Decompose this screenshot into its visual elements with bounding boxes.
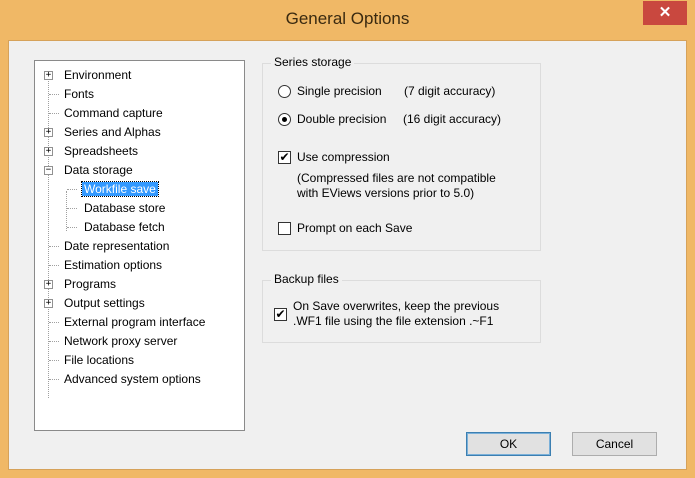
tree-connector — [67, 227, 77, 228]
tree-connector — [49, 379, 59, 380]
tree-item-label: Series and Alphas — [64, 125, 161, 139]
close-button[interactable]: ✕ — [643, 1, 687, 25]
tree-item-label: Database fetch — [84, 220, 165, 234]
compression-note-line2: with EViews versions prior to 5.0) — [297, 186, 475, 200]
expand-icon[interactable]: + — [44, 299, 53, 308]
tree-connector — [49, 341, 59, 342]
tree-item-external-program-interface[interactable]: External program interface — [62, 313, 207, 331]
tree-item-output-settings[interactable]: Output settings — [62, 294, 147, 312]
backup-files-title: Backup files — [271, 272, 342, 286]
use-compression-label[interactable]: Use compression — [297, 150, 390, 164]
ok-button[interactable]: OK — [466, 432, 551, 456]
tree-item-spreadsheets[interactable]: Spreadsheets — [62, 142, 140, 160]
tree-item-workfile-save[interactable]: Workfile save — [81, 180, 159, 198]
double-precision-radio[interactable] — [278, 113, 291, 126]
tree-item-advanced-system-options[interactable]: Advanced system options — [62, 370, 203, 388]
tree-item-label: Advanced system options — [64, 372, 201, 386]
tree-item-label: Database store — [84, 201, 166, 215]
collapse-icon[interactable]: − — [44, 166, 53, 175]
use-compression-checkbox[interactable]: ✔ — [278, 151, 291, 164]
general-options-dialog: General Options ✕ + Environment Fonts Co… — [0, 0, 695, 478]
single-precision-label[interactable]: Single precision — [297, 84, 382, 98]
tree-item-programs[interactable]: Programs — [62, 275, 118, 293]
tree-item-fonts[interactable]: Fonts — [62, 85, 96, 103]
single-precision-radio[interactable] — [278, 85, 291, 98]
tree-item-label: Workfile save — [81, 181, 159, 197]
expand-icon[interactable]: + — [44, 280, 53, 289]
tree-item-file-locations[interactable]: File locations — [62, 351, 136, 369]
tree-item-data-storage[interactable]: Data storage — [62, 161, 135, 179]
tree-item-label: Spreadsheets — [64, 144, 139, 158]
prompt-on-save-checkbox[interactable] — [278, 222, 291, 235]
tree-connector — [49, 360, 59, 361]
tree-item-label: Date representation — [64, 239, 170, 253]
tree-item-label: Output settings — [64, 296, 145, 310]
tree-item-network-proxy-server[interactable]: Network proxy server — [62, 332, 179, 350]
prompt-on-save-label[interactable]: Prompt on each Save — [297, 221, 412, 235]
options-tree[interactable]: + Environment Fonts Command capture + Se… — [34, 60, 245, 431]
title-bar[interactable]: General Options ✕ — [0, 0, 695, 40]
tree-item-label: File locations — [64, 353, 135, 367]
tree-item-label: Network proxy server — [64, 334, 178, 348]
tree-item-label: Fonts — [64, 87, 95, 101]
expand-icon[interactable]: + — [44, 128, 53, 137]
tree-item-label: Estimation options — [64, 258, 163, 272]
tree-connector — [67, 189, 77, 190]
tree-connector — [49, 265, 59, 266]
compression-note-line1: (Compressed files are not compatible — [297, 171, 496, 185]
tree-item-label: Data storage — [64, 163, 133, 177]
series-storage-group: Series storage Single precision (7 digit… — [262, 55, 541, 251]
backup-files-group: Backup files ✔ On Save overwrites, keep … — [262, 272, 541, 343]
tree-connector — [48, 75, 49, 398]
double-precision-label[interactable]: Double precision — [297, 112, 386, 126]
tree-connector — [49, 246, 59, 247]
tree-connector — [49, 322, 59, 323]
tree-item-series-and-alphas[interactable]: Series and Alphas — [62, 123, 163, 141]
cancel-button[interactable]: Cancel — [572, 432, 657, 456]
double-precision-note: (16 digit accuracy) — [403, 112, 502, 126]
tree-item-estimation-options[interactable]: Estimation options — [62, 256, 164, 274]
tree-item-database-fetch[interactable]: Database fetch — [82, 218, 167, 236]
tree-connector — [49, 113, 59, 114]
single-precision-note: (7 digit accuracy) — [404, 84, 496, 98]
window-title: General Options — [285, 9, 410, 28]
tree-connector — [49, 94, 59, 95]
tree-connector — [67, 208, 77, 209]
tree-item-label: Environment — [64, 68, 132, 82]
tree-item-environment[interactable]: Environment — [62, 66, 133, 84]
expand-icon[interactable]: + — [44, 147, 53, 156]
keep-backup-label-line2[interactable]: .WF1 file using the file extension .~F1 — [293, 314, 493, 328]
tree-item-date-representation[interactable]: Date representation — [62, 237, 171, 255]
dialog-body: + Environment Fonts Command capture + Se… — [8, 40, 687, 470]
tree-item-label: Command capture — [64, 106, 163, 120]
expand-icon[interactable]: + — [44, 71, 53, 80]
tree-item-label: External program interface — [64, 315, 206, 329]
tree-item-command-capture[interactable]: Command capture — [62, 104, 165, 122]
tree-connector — [66, 191, 67, 231]
tree-item-database-store[interactable]: Database store — [82, 199, 167, 217]
keep-backup-checkbox[interactable]: ✔ — [274, 308, 287, 321]
keep-backup-label-line1[interactable]: On Save overwrites, keep the previous — [293, 299, 499, 313]
series-storage-title: Series storage — [271, 55, 355, 69]
tree-item-label: Programs — [64, 277, 117, 291]
